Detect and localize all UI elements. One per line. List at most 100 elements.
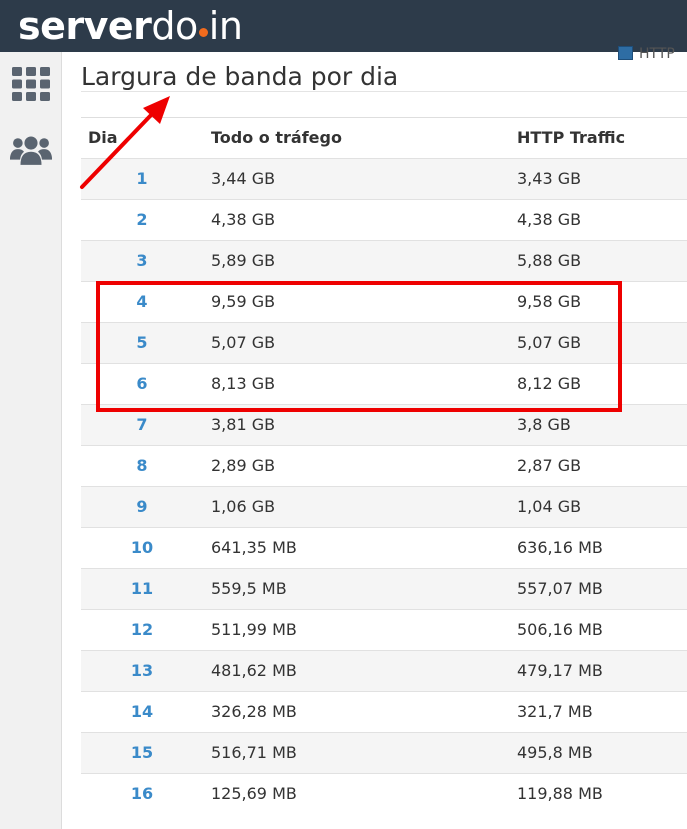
bandwidth-table: Dia Todo o tráfego HTTP Traffic 1 3,44 GB…: [81, 117, 687, 814]
all-traffic-cell: 2,89 GB: [211, 456, 276, 475]
table-row: 12 511,99 MB 506,16 MB: [81, 609, 687, 650]
column-header-all-traffic[interactable]: Todo o tráfego: [211, 118, 342, 158]
chart-legend: HTTP: [618, 46, 675, 64]
day-link[interactable]: 5: [136, 333, 147, 352]
day-cell: 16: [81, 774, 203, 814]
day-cell: 13: [81, 651, 203, 691]
day-link[interactable]: 1: [136, 169, 147, 188]
logo-text-in: in: [208, 4, 243, 48]
day-link[interactable]: 9: [136, 497, 147, 516]
day-cell: 10: [81, 528, 203, 568]
table-row: 4 9,59 GB 9,58 GB: [81, 281, 687, 322]
all-traffic-cell: 641,35 MB: [211, 538, 297, 557]
table-row: 10 641,35 MB 636,16 MB: [81, 527, 687, 568]
sidebar: [0, 52, 62, 829]
day-link[interactable]: 3: [136, 251, 147, 270]
day-cell: 11: [81, 569, 203, 609]
http-traffic-cell: 321,7 MB: [517, 702, 593, 721]
all-traffic-cell: 3,44 GB: [211, 169, 276, 188]
sidebar-item-apps[interactable]: [10, 64, 52, 104]
table-row: 13 481,62 MB 479,17 MB: [81, 650, 687, 691]
http-traffic-cell: 495,8 MB: [517, 743, 593, 762]
table-row: 6 8,13 GB 8,12 GB: [81, 363, 687, 404]
day-link[interactable]: 8: [136, 456, 147, 475]
http-traffic-cell: 636,16 MB: [517, 538, 603, 557]
all-traffic-cell: 326,28 MB: [211, 702, 297, 721]
all-traffic-cell: 511,99 MB: [211, 620, 297, 639]
logo-dot-icon: [198, 28, 208, 37]
http-traffic-cell: 479,17 MB: [517, 661, 603, 680]
all-traffic-cell: 559,5 MB: [211, 579, 287, 598]
table-row: 7 3,81 GB 3,8 GB: [81, 404, 687, 445]
brand-logo[interactable]: serverdo in: [18, 4, 243, 48]
table-body: 1 3,44 GB 3,43 GB 2 4,38 GB 4,38 GB 3 5,89 GB 5,…: [81, 158, 687, 814]
day-cell: 6: [81, 364, 203, 404]
day-link[interactable]: 4: [136, 292, 147, 311]
all-traffic-cell: 5,89 GB: [211, 251, 276, 270]
all-traffic-cell: 8,13 GB: [211, 374, 276, 393]
logo-text-server: server: [18, 4, 152, 48]
all-traffic-cell: 125,69 MB: [211, 784, 297, 803]
day-link[interactable]: 7: [136, 415, 147, 434]
day-cell: 3: [81, 241, 203, 281]
http-traffic-cell: 9,58 GB: [517, 292, 582, 311]
day-link[interactable]: 11: [131, 579, 153, 598]
http-traffic-cell: 2,87 GB: [517, 456, 582, 475]
table-row: 9 1,06 GB 1,04 GB: [81, 486, 687, 527]
day-cell: 4: [81, 282, 203, 322]
day-link[interactable]: 15: [131, 743, 153, 762]
all-traffic-cell: 516,71 MB: [211, 743, 297, 762]
table-row: 15 516,71 MB 495,8 MB: [81, 732, 687, 773]
table-row: 11 559,5 MB 557,07 MB: [81, 568, 687, 609]
day-cell: 12: [81, 610, 203, 650]
day-cell: 14: [81, 692, 203, 732]
table-header-row: Dia Todo o tráfego HTTP Traffic: [81, 117, 687, 158]
column-header-day[interactable]: Dia: [88, 118, 118, 158]
logo-text-do: do: [151, 4, 198, 48]
legend-label-http: HTTP: [639, 46, 675, 62]
http-traffic-cell: 5,88 GB: [517, 251, 582, 270]
all-traffic-cell: 481,62 MB: [211, 661, 297, 680]
column-header-http-traffic[interactable]: HTTP Traffic: [517, 118, 625, 158]
table-row: 2 4,38 GB 4,38 GB: [81, 199, 687, 240]
table-row: 5 5,07 GB 5,07 GB: [81, 322, 687, 363]
http-traffic-cell: 119,88 MB: [517, 784, 603, 803]
grid-icon: [12, 67, 50, 101]
day-cell: 8: [81, 446, 203, 486]
sidebar-item-users[interactable]: [10, 130, 52, 170]
day-link[interactable]: 16: [131, 784, 153, 803]
users-icon: [10, 136, 52, 165]
http-traffic-cell: 4,38 GB: [517, 210, 582, 229]
top-header-bar: serverdo in: [0, 0, 687, 52]
table-row: 8 2,89 GB 2,87 GB: [81, 445, 687, 486]
day-cell: 1: [81, 159, 203, 199]
table-row: 3 5,89 GB 5,88 GB: [81, 240, 687, 281]
all-traffic-cell: 5,07 GB: [211, 333, 276, 352]
day-cell: 2: [81, 200, 203, 240]
http-traffic-cell: 557,07 MB: [517, 579, 603, 598]
legend-swatch-http: [618, 46, 633, 60]
http-traffic-cell: 1,04 GB: [517, 497, 582, 516]
http-traffic-cell: 3,43 GB: [517, 169, 582, 188]
day-link[interactable]: 14: [131, 702, 153, 721]
table-row: 14 326,28 MB 321,7 MB: [81, 691, 687, 732]
table-row: 16 125,69 MB 119,88 MB: [81, 773, 687, 814]
http-traffic-cell: 506,16 MB: [517, 620, 603, 639]
all-traffic-cell: 4,38 GB: [211, 210, 276, 229]
page-title: Largura de banda por dia: [81, 62, 399, 91]
table-row: 1 3,44 GB 3,43 GB: [81, 158, 687, 199]
day-link[interactable]: 6: [136, 374, 147, 393]
day-link[interactable]: 13: [131, 661, 153, 680]
day-cell: 15: [81, 733, 203, 773]
day-cell: 9: [81, 487, 203, 527]
http-traffic-cell: 8,12 GB: [517, 374, 582, 393]
day-link[interactable]: 12: [131, 620, 153, 639]
all-traffic-cell: 1,06 GB: [211, 497, 276, 516]
title-divider: [81, 91, 687, 92]
day-cell: 5: [81, 323, 203, 363]
day-link[interactable]: 2: [136, 210, 147, 229]
http-traffic-cell: 5,07 GB: [517, 333, 582, 352]
day-cell: 7: [81, 405, 203, 445]
http-traffic-cell: 3,8 GB: [517, 415, 571, 434]
day-link[interactable]: 10: [131, 538, 153, 557]
